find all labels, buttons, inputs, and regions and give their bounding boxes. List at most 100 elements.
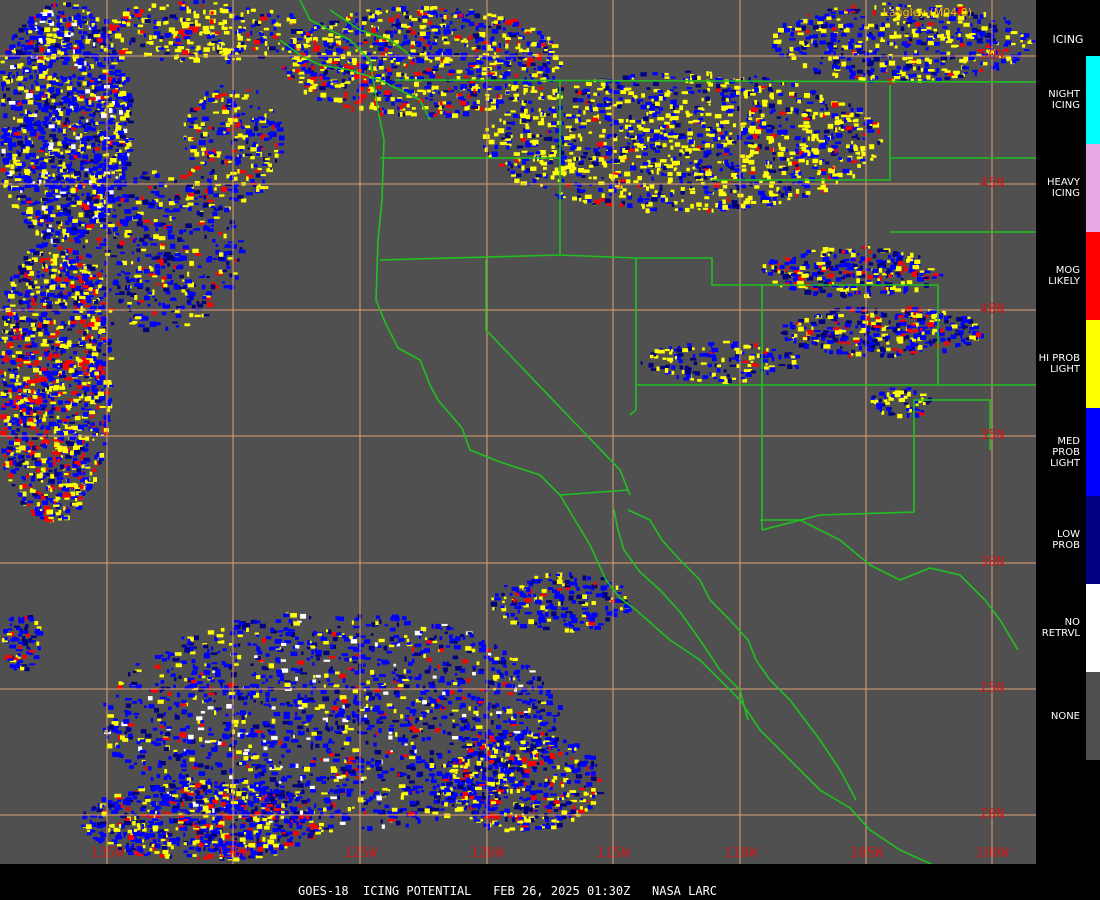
icing-pixel <box>85 466 91 469</box>
icing-pixel <box>40 219 44 223</box>
icing-pixel <box>423 35 427 40</box>
icing-pixel <box>94 155 100 161</box>
icing-pixel <box>17 364 22 367</box>
icing-pixel <box>296 31 303 34</box>
icing-pixel <box>177 237 182 242</box>
icing-pixel <box>124 230 132 233</box>
icing-pixel <box>91 207 97 211</box>
icing-pixel <box>48 210 52 215</box>
icing-pixel <box>198 222 205 225</box>
icing-pixel <box>415 93 418 97</box>
icing-pixel <box>41 388 45 393</box>
icing-pixel <box>200 122 205 126</box>
icing-pixel <box>69 239 73 242</box>
icing-pixel <box>211 282 216 285</box>
icing-pixel <box>159 6 166 10</box>
icing-pixel <box>174 257 179 262</box>
icing-pixel <box>85 239 88 243</box>
icing-pixel <box>118 140 126 143</box>
icing-pixel <box>26 421 33 426</box>
icing-pixel <box>110 158 117 163</box>
icing-pixel <box>40 479 44 483</box>
icing-pixel <box>66 86 73 91</box>
icing-pixel <box>245 129 253 135</box>
icing-pixel <box>45 411 48 417</box>
icing-pixel <box>96 165 102 169</box>
icing-pixel <box>826 107 829 111</box>
icing-pixel <box>200 4 203 7</box>
icing-pixel <box>471 106 478 109</box>
icing-pixel <box>68 42 72 46</box>
icing-pixel <box>78 255 83 260</box>
icing-pixel <box>135 313 143 316</box>
icing-pixel <box>48 252 52 255</box>
icing-pixel <box>36 274 40 279</box>
icing-pixel <box>93 42 96 47</box>
icing-pixel <box>205 91 209 96</box>
icing-pixel <box>475 39 479 44</box>
icing-pixel <box>81 154 87 158</box>
icing-pixel <box>38 323 42 328</box>
icing-pixel <box>250 179 255 183</box>
icing-pixel <box>230 104 238 108</box>
icing-pixel <box>131 261 134 265</box>
icing-pixel <box>103 158 109 163</box>
icing-pixel <box>35 86 40 91</box>
icing-pixel <box>435 39 437 43</box>
icing-pixel <box>443 28 450 34</box>
icing-pixel <box>526 48 530 53</box>
icing-pixel <box>188 193 195 197</box>
icing-pixel <box>47 300 53 305</box>
icing-pixel <box>24 119 27 123</box>
icing-pixel <box>114 21 121 24</box>
icing-pixel <box>453 14 458 19</box>
icing-pixel <box>505 43 509 49</box>
icing-pixel <box>194 19 198 24</box>
icing-pixel <box>88 82 94 85</box>
icing-pixel <box>481 71 487 76</box>
icing-pixel <box>43 493 48 496</box>
icing-pixel <box>31 165 36 169</box>
icing-pixel <box>108 108 113 113</box>
icing-pixel <box>145 287 150 292</box>
icing-pixel <box>83 412 89 417</box>
icing-pixel <box>347 30 354 33</box>
icing-pixel <box>55 88 61 93</box>
icing-pixel <box>35 200 38 205</box>
icing-pixel <box>213 193 219 198</box>
icing-pixel <box>40 342 47 347</box>
icing-pixel <box>332 80 339 83</box>
icing-pixel <box>55 359 60 364</box>
icing-pixel <box>61 455 63 458</box>
icing-pixel <box>79 296 86 300</box>
icing-pixel <box>111 89 119 93</box>
icing-pixel <box>26 31 29 35</box>
icing-pixel <box>46 363 50 367</box>
icing-pixel <box>460 40 465 43</box>
icing-pixel <box>99 452 105 458</box>
icing-pixel <box>42 468 46 473</box>
icing-pixel <box>256 185 259 191</box>
icing-pixel <box>48 145 54 150</box>
icing-pixel <box>402 102 406 105</box>
icing-pixel <box>93 356 97 361</box>
icing-pixel <box>155 322 161 326</box>
icing-pixel <box>84 390 87 396</box>
icing-pixel <box>526 68 529 73</box>
icing-pixel <box>75 489 81 492</box>
icing-pixel <box>109 196 113 201</box>
icing-pixel <box>22 71 25 75</box>
icing-pixel <box>155 283 159 286</box>
icing-pixel <box>389 30 394 34</box>
icing-pixel <box>94 281 100 285</box>
icing-pixel <box>26 200 33 204</box>
icing-pixel <box>207 186 213 192</box>
icing-pixel <box>126 149 134 152</box>
icing-pixel <box>25 317 31 323</box>
icing-pixel <box>183 122 186 127</box>
icing-pixel <box>139 283 144 288</box>
icing-pixel <box>17 76 24 80</box>
icing-pixel <box>551 44 559 48</box>
icing-pixel <box>375 86 382 89</box>
icing-pixel <box>372 42 379 46</box>
